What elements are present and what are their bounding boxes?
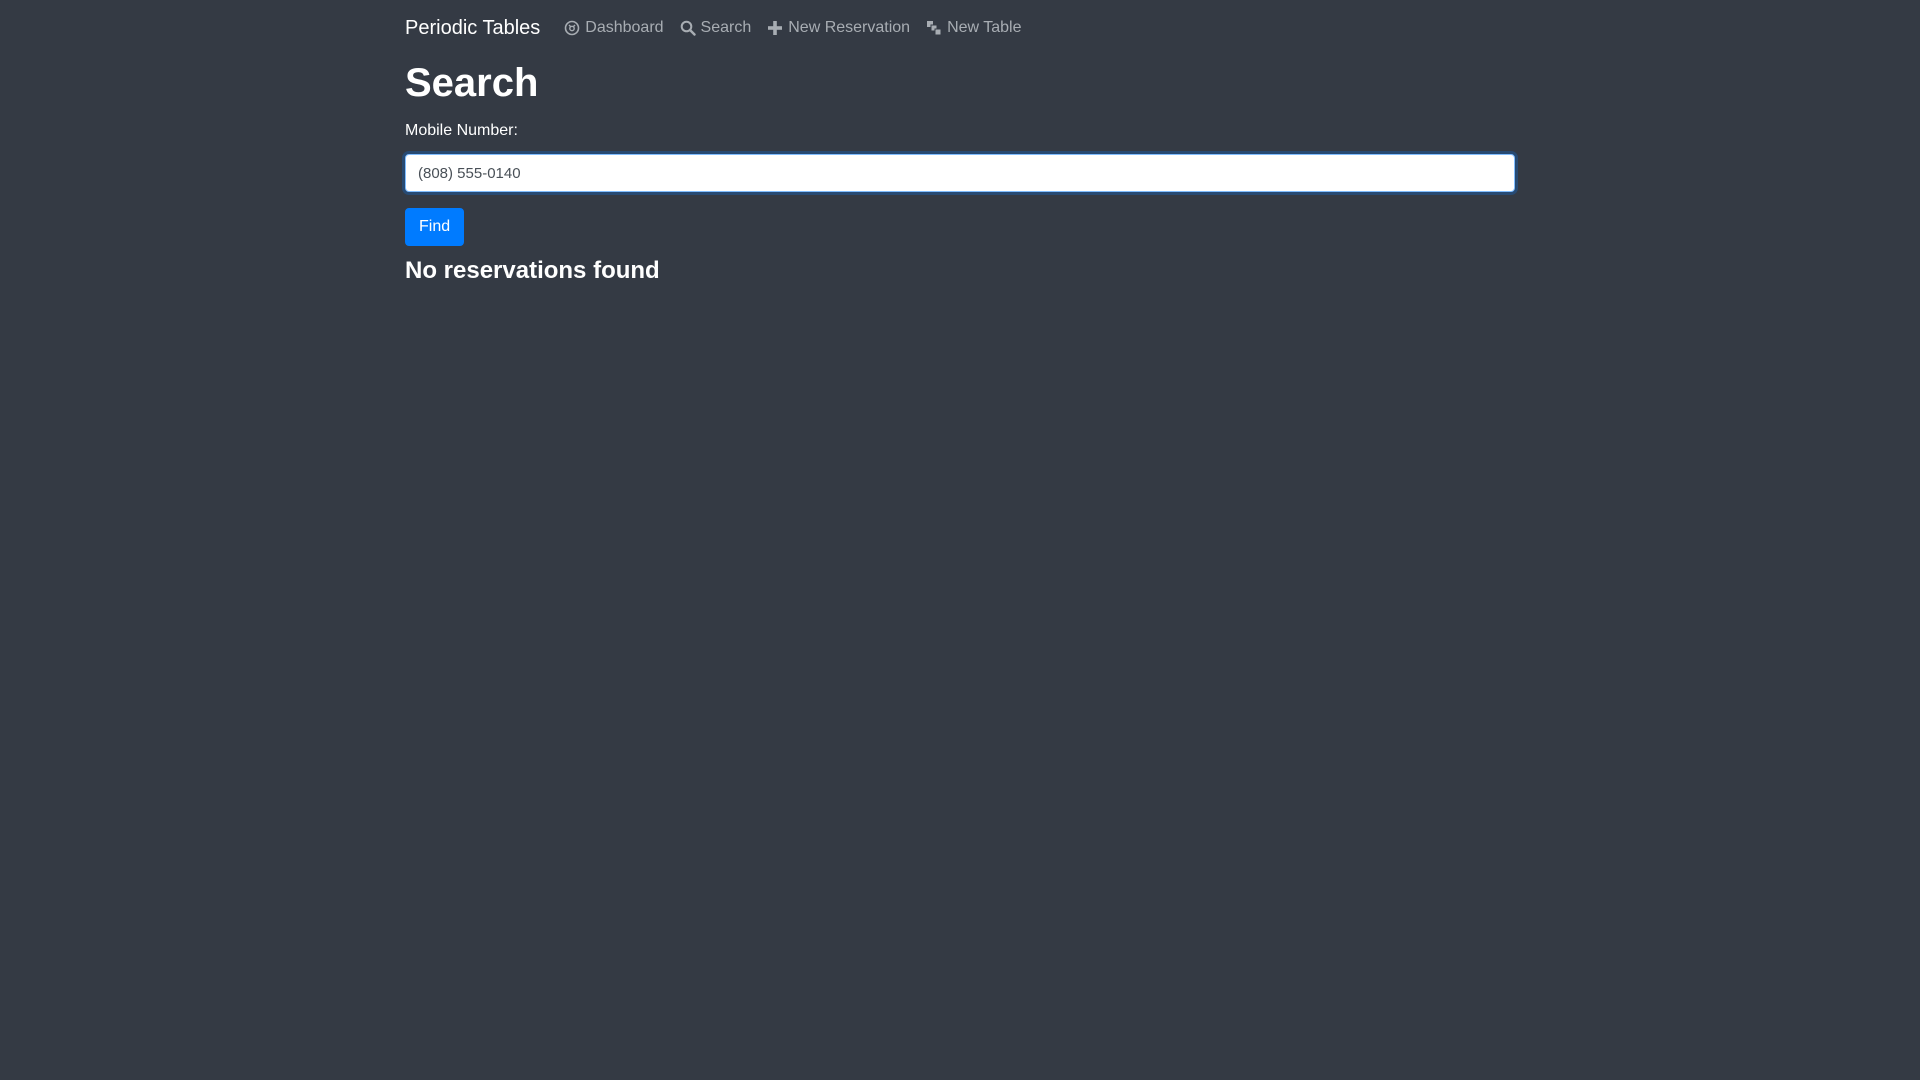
nav-link-label: New Table <box>947 19 1022 36</box>
search-icon <box>680 20 696 36</box>
nav-link-new-reservation[interactable]: New Reservation <box>767 19 910 37</box>
mobile-number-input[interactable] <box>405 154 1515 192</box>
table-icon <box>926 20 942 36</box>
mobile-number-label: Mobile Number: <box>405 122 518 139</box>
nav-link-new-table[interactable]: New Table <box>926 19 1022 37</box>
page-container: Periodic Tables Dashboard Search New Res… <box>405 0 1515 286</box>
nav-link-label: Dashboard <box>585 19 664 36</box>
nav-link-label: Search <box>700 19 752 36</box>
dashboard-icon <box>564 20 580 36</box>
nav-link-label: New Reservation <box>788 19 911 36</box>
top-navbar: Periodic Tables Dashboard Search New Res… <box>405 0 1515 56</box>
main-content: Search Mobile Number: Find No reservatio… <box>405 59 1515 286</box>
search-form: Mobile Number: Find <box>405 121 1515 246</box>
nav-link-search[interactable]: Search <box>680 19 752 37</box>
no-results-message: No reservations found <box>405 257 660 284</box>
nav-link-dashboard[interactable]: Dashboard <box>564 19 664 37</box>
plus-icon <box>767 20 783 36</box>
find-button[interactable]: Find <box>405 208 465 246</box>
brand-link[interactable]: Periodic Tables <box>405 17 540 40</box>
page-title: Search <box>405 61 539 105</box>
